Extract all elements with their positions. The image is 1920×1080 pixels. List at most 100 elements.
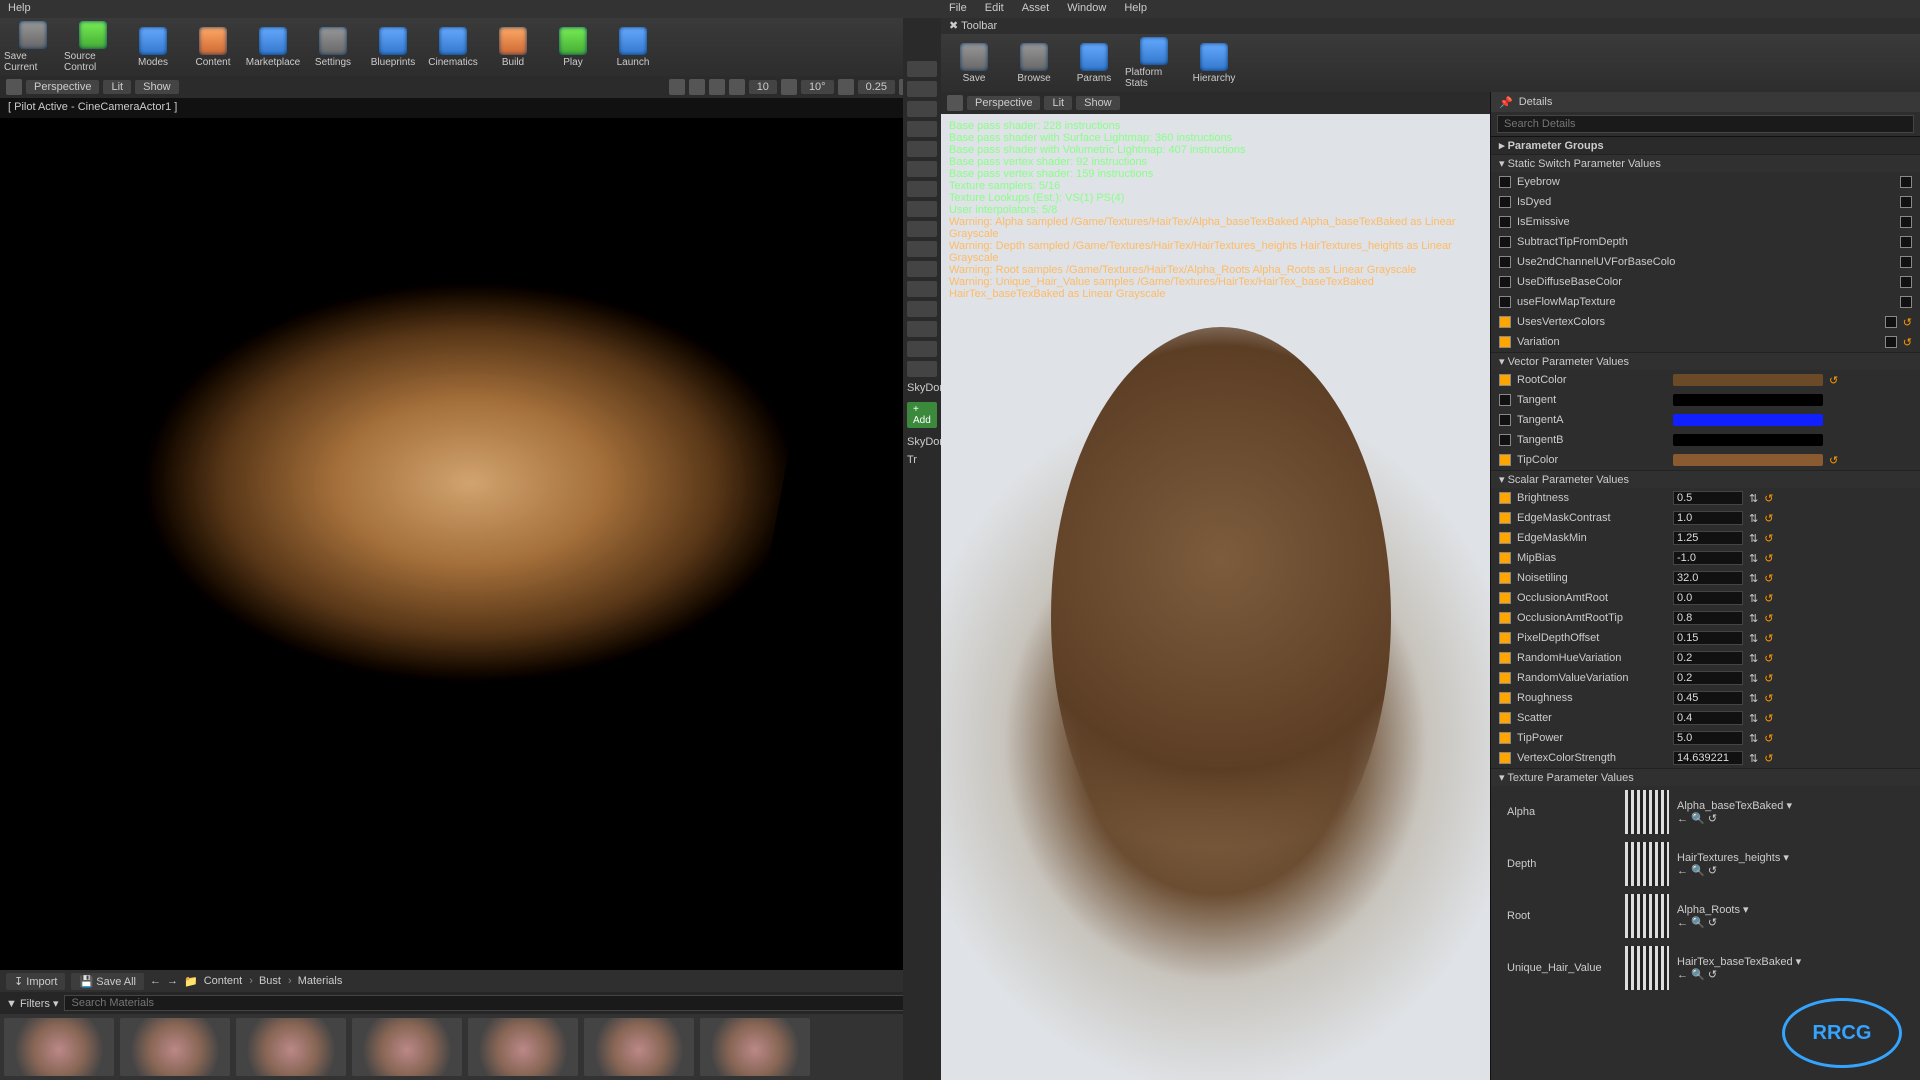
group-header[interactable]: ▾ Scalar Parameter Values (1491, 470, 1920, 488)
grid-snap-value[interactable]: 10 (749, 80, 777, 94)
spinner-icon[interactable]: ⇅ (1749, 592, 1758, 605)
scalar-input[interactable] (1673, 651, 1743, 665)
switch-checkbox[interactable] (1900, 216, 1912, 228)
spinner-icon[interactable]: ⇅ (1749, 732, 1758, 745)
override-checkbox[interactable] (1499, 752, 1511, 764)
color-swatch[interactable] (1673, 434, 1823, 446)
spinner-icon[interactable]: ⇅ (1749, 532, 1758, 545)
override-checkbox[interactable] (1499, 394, 1511, 406)
use-selected-icon[interactable]: ← (1677, 813, 1688, 825)
switch-checkbox[interactable] (1900, 236, 1912, 248)
override-checkbox[interactable] (1499, 592, 1511, 604)
texture-thumbnail[interactable] (1625, 894, 1669, 938)
override-checkbox[interactable] (1499, 632, 1511, 644)
override-checkbox[interactable] (1499, 434, 1511, 446)
asset-thumbnail[interactable] (468, 1018, 578, 1076)
revert-icon[interactable]: ↺ (1764, 592, 1773, 605)
override-checkbox[interactable] (1499, 552, 1511, 564)
revert-icon[interactable]: ↺ (1708, 917, 1717, 929)
scalar-input[interactable] (1673, 631, 1743, 645)
content-button[interactable]: Content (184, 21, 242, 73)
texture-name[interactable]: Alpha_Roots ▾ (1677, 903, 1912, 916)
override-checkbox[interactable] (1499, 652, 1511, 664)
details-search-input[interactable] (1497, 115, 1914, 133)
add-component-button[interactable]: + Add (907, 402, 937, 428)
override-checkbox[interactable] (1499, 732, 1511, 744)
switch-checkbox[interactable] (1900, 196, 1912, 208)
override-checkbox[interactable] (1499, 196, 1511, 208)
menu-edit[interactable]: Edit (985, 2, 1004, 16)
source-control-button[interactable]: Source Control (64, 21, 122, 73)
perspective-button[interactable]: Perspective (967, 96, 1040, 110)
override-checkbox[interactable] (1499, 692, 1511, 704)
lit-button[interactable]: Lit (103, 80, 131, 94)
modes-button[interactable]: Modes (124, 21, 182, 73)
switch-checkbox[interactable] (1900, 296, 1912, 308)
launch-button[interactable]: Launch (604, 21, 662, 73)
color-swatch[interactable] (1673, 374, 1823, 386)
override-checkbox[interactable] (1499, 512, 1511, 524)
scalar-input[interactable] (1673, 611, 1743, 625)
switch-checkbox[interactable] (1900, 256, 1912, 268)
spinner-icon[interactable]: ⇅ (1749, 492, 1758, 505)
panel-pin-icon[interactable]: 📌 (1499, 96, 1513, 109)
show-button[interactable]: Show (135, 80, 179, 94)
outliner-item[interactable]: Tr (907, 454, 937, 466)
scalar-input[interactable] (1673, 711, 1743, 725)
override-checkbox[interactable] (1499, 712, 1511, 724)
revert-icon[interactable]: ↺ (1764, 572, 1773, 585)
asset-thumbnail[interactable] (236, 1018, 346, 1076)
spinner-icon[interactable]: ⇅ (1749, 752, 1758, 765)
override-checkbox[interactable] (1499, 336, 1511, 348)
revert-icon[interactable]: ↺ (1764, 632, 1773, 645)
show-button[interactable]: Show (1076, 96, 1120, 110)
settings-button[interactable]: Settings (304, 21, 362, 73)
override-checkbox[interactable] (1499, 672, 1511, 684)
grid-snap-icon[interactable] (729, 79, 745, 95)
group-header[interactable]: ▸ Parameter Groups (1491, 136, 1920, 154)
scale-snap-icon[interactable] (838, 79, 854, 95)
browse-icon[interactable]: 🔍 (1691, 969, 1705, 981)
override-checkbox[interactable] (1499, 454, 1511, 466)
spinner-icon[interactable]: ⇅ (1749, 652, 1758, 665)
override-checkbox[interactable] (1499, 612, 1511, 624)
override-checkbox[interactable] (1499, 492, 1511, 504)
cinematics-button[interactable]: Cinematics (424, 21, 482, 73)
override-checkbox[interactable] (1499, 414, 1511, 426)
filters-button[interactable]: ▼ Filters ▾ (6, 997, 58, 1010)
build-button[interactable]: Build (484, 21, 542, 73)
outliner-item[interactable]: SkyDome (907, 382, 937, 394)
revert-icon[interactable]: ↺ (1903, 336, 1912, 349)
nav-fwd-icon[interactable]: → (167, 975, 178, 987)
blueprints-button[interactable]: Blueprints (364, 21, 422, 73)
menu-asset[interactable]: Asset (1022, 2, 1050, 16)
material-preview-viewport[interactable]: Base pass shader: 228 instructionsBase p… (941, 114, 1490, 1080)
override-checkbox[interactable] (1499, 374, 1511, 386)
save-all-button[interactable]: 💾 Save All (71, 973, 144, 990)
lit-button[interactable]: Lit (1044, 96, 1072, 110)
asset-thumbnail[interactable] (120, 1018, 230, 1076)
revert-icon[interactable]: ↺ (1903, 316, 1912, 329)
group-header[interactable]: ▾ Static Switch Parameter Values (1491, 154, 1920, 172)
params-button[interactable]: Params (1065, 37, 1123, 89)
texture-thumbnail[interactable] (1625, 790, 1669, 834)
spinner-icon[interactable]: ⇅ (1749, 552, 1758, 565)
scalar-input[interactable] (1673, 531, 1743, 545)
spinner-icon[interactable]: ⇅ (1749, 512, 1758, 525)
breadcrumb[interactable]: Materials (298, 975, 347, 987)
revert-icon[interactable]: ↺ (1764, 512, 1773, 525)
menu-help[interactable]: Help (8, 2, 31, 16)
hierarchy-button[interactable]: Hierarchy (1185, 37, 1243, 89)
outliner-item[interactable]: SkyDome (907, 436, 937, 448)
scalar-input[interactable] (1673, 551, 1743, 565)
revert-icon[interactable]: ↺ (1829, 454, 1838, 467)
revert-icon[interactable]: ↺ (1829, 374, 1838, 387)
revert-icon[interactable]: ↺ (1764, 752, 1773, 765)
save-button[interactable]: Save (945, 37, 1003, 89)
switch-checkbox[interactable] (1885, 316, 1897, 328)
revert-icon[interactable]: ↺ (1764, 652, 1773, 665)
scale-snap-value[interactable]: 0.25 (858, 80, 895, 94)
nav-back-icon[interactable]: ← (150, 975, 161, 987)
surface-snap-icon[interactable] (709, 79, 725, 95)
revert-icon[interactable]: ↺ (1764, 712, 1773, 725)
